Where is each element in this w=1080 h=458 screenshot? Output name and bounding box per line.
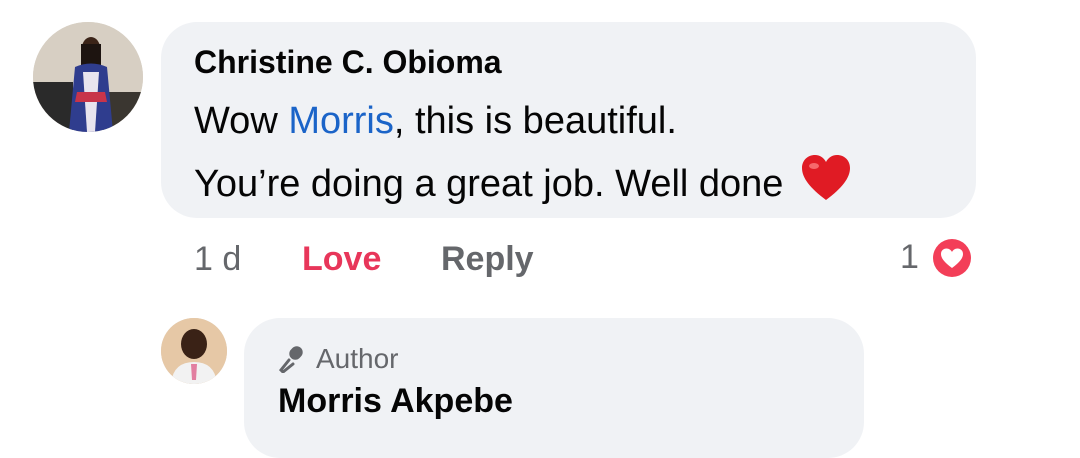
reaction-count[interactable]: 1 — [900, 238, 919, 277]
comment-author-name[interactable]: Christine C. Obioma — [194, 44, 502, 81]
comment-text-prefix: Wow — [194, 100, 289, 142]
love-reaction-icon[interactable] — [930, 236, 974, 280]
comment-text-suffix: , this is beautiful. — [393, 100, 677, 142]
author-badge-label: Author — [316, 343, 399, 374]
comment-text-line-2-text: You’re doing a great job. Well done — [194, 163, 784, 205]
commenter-avatar[interactable] — [33, 22, 143, 132]
comment-text-line-1: Wow Morris, this is beautiful. — [194, 100, 677, 143]
comment-text-line-2: You’re doing a great job. Well done — [194, 154, 852, 212]
comment-bubble: Christine C. Obioma Wow Morris, this is … — [161, 22, 976, 218]
reply-bubble: Author Morris Akpebe — [244, 318, 864, 458]
love-button[interactable]: Love — [302, 240, 381, 279]
author-badge: Author — [278, 342, 399, 376]
reply-author-photo — [161, 318, 227, 384]
reply-button[interactable]: Reply — [441, 240, 534, 279]
reply-author-avatar[interactable] — [161, 318, 227, 384]
commenter-photo — [33, 22, 143, 132]
reply-author-name[interactable]: Morris Akpebe — [278, 382, 513, 421]
microphone-icon — [278, 345, 306, 375]
mention-link[interactable]: Morris — [288, 100, 394, 142]
red-heart-icon — [800, 154, 852, 212]
comment-timestamp[interactable]: 1 d — [194, 240, 241, 279]
